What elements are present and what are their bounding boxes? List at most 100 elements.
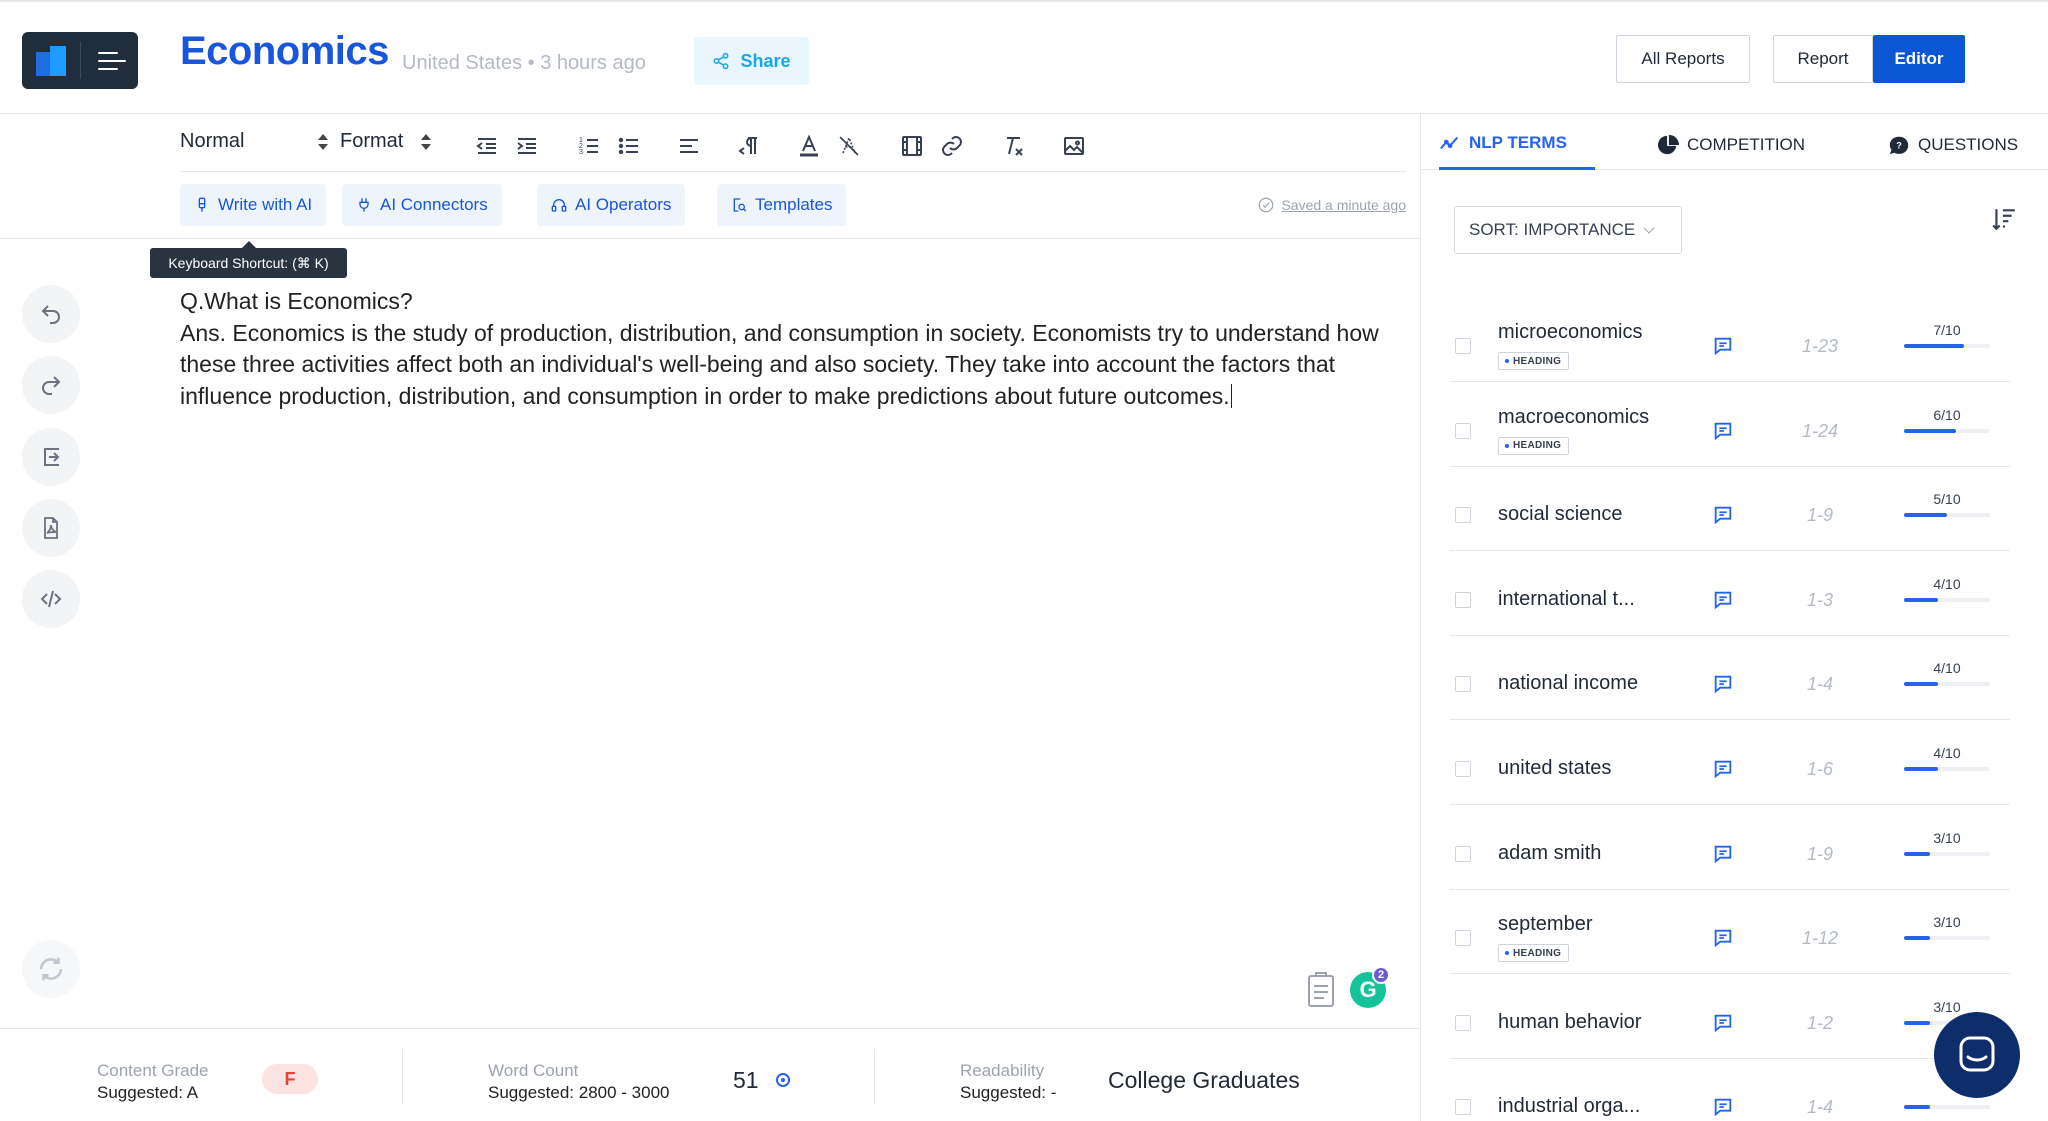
page-subtitle: United States • 3 hours ago	[402, 52, 646, 74]
all-reports-button[interactable]: All Reports	[1616, 35, 1750, 83]
word-count-value: 51	[733, 1067, 759, 1093]
comment-icon[interactable]	[1712, 1096, 1734, 1118]
content-grade-label: Content Grade	[97, 1061, 209, 1080]
font-color-icon[interactable]	[797, 134, 821, 158]
term-checkbox[interactable]	[1455, 338, 1471, 354]
term-row[interactable]: social science 1-9 5/10	[1450, 467, 2010, 552]
format-select[interactable]: Format	[340, 130, 432, 153]
link-icon[interactable]	[940, 134, 964, 158]
templates-button[interactable]: Templates	[717, 184, 847, 226]
svg-text:?: ?	[1896, 141, 1902, 151]
editor-question: Q.What is Economics?	[180, 288, 413, 314]
heading-tag: HEADING	[1498, 436, 1570, 455]
write-with-ai-button[interactable]: Write with AI	[180, 184, 327, 226]
ai-operators-button[interactable]: AI Operators	[537, 184, 686, 226]
term-score: 6/10	[1933, 406, 1961, 423]
svg-text:3: 3	[579, 149, 583, 156]
term-checkbox[interactable]	[1455, 761, 1471, 777]
term-checkbox[interactable]	[1455, 1099, 1471, 1116]
chevron-down-icon	[1643, 222, 1655, 234]
redo-icon	[42, 376, 61, 395]
comment-icon[interactable]	[1712, 758, 1734, 780]
comment-icon[interactable]	[1712, 504, 1734, 526]
term-row[interactable]: international t... 1-3 4/10	[1450, 552, 2010, 636]
term-row[interactable]: september HEADING 1-12 3/10	[1450, 890, 2010, 975]
term-name: september	[1498, 913, 1593, 936]
term-checkbox[interactable]	[1455, 845, 1471, 862]
tab-nlp-terms[interactable]: NLP TERMS	[1439, 132, 1567, 154]
term-checkbox[interactable]	[1455, 930, 1471, 947]
tab-questions[interactable]: ? QUESTIONS	[1888, 134, 2018, 156]
heading-tag: HEADING	[1498, 352, 1570, 370]
clear-format-icon[interactable]	[1002, 134, 1026, 158]
comment-icon[interactable]	[1712, 335, 1734, 357]
term-row[interactable]: macroeconomics HEADING 1-24 6/10	[1450, 383, 2010, 467]
comment-icon[interactable]	[1712, 1012, 1734, 1034]
word-count-label: Word Count	[488, 1061, 579, 1080]
chat-support-button[interactable]	[1934, 1012, 2020, 1098]
term-name: social science	[1498, 503, 1623, 526]
tab-competition[interactable]: COMPETITION	[1657, 134, 1805, 156]
term-row[interactable]: united states 1-6 4/10	[1450, 721, 2010, 805]
ai-connectors-button[interactable]: AI Connectors	[342, 184, 502, 226]
ai-tools-row: Write with AI AI Connectors AI Operators…	[180, 184, 1406, 230]
report-button[interactable]: Report	[1773, 35, 1873, 83]
app-header: Economics United States • 3 hours ago Sh…	[0, 0, 2048, 114]
term-row[interactable]: national income 1-4 4/10	[1450, 636, 2010, 721]
term-name: macroeconomics	[1498, 405, 1650, 428]
saved-status[interactable]: Saved a minute ago	[1257, 196, 1406, 214]
content-grade-badge: F	[262, 1064, 318, 1094]
term-range: 1-12	[1801, 928, 1839, 949]
highlight-icon[interactable]	[837, 134, 861, 158]
right-panel-tabs: NLP TERMS COMPETITION ? QUESTIONS	[1421, 114, 2048, 170]
term-row[interactable]: adam smith 1-9 3/10	[1450, 806, 2010, 890]
undo-button[interactable]	[22, 285, 80, 343]
term-name: national income	[1498, 672, 1639, 695]
sort-dropdown[interactable]: SORT: IMPORTANCE	[1454, 206, 1682, 254]
sort-order-icon[interactable]	[1991, 206, 2017, 232]
term-range: 1-24	[1801, 420, 1839, 441]
app-logo-menu[interactable]	[22, 32, 138, 89]
align-left-icon[interactable]	[677, 134, 701, 158]
term-checkbox[interactable]	[1455, 507, 1471, 524]
term-range: 1-23	[1801, 336, 1839, 356]
html-code-button[interactable]	[22, 570, 80, 628]
indent-icon[interactable]	[515, 134, 539, 158]
term-row[interactable]: industrial orga... 1-4	[1450, 1059, 2010, 1121]
comment-icon[interactable]	[1712, 589, 1734, 611]
word-count-suggested: Suggested: 2800 - 3000	[488, 1083, 670, 1102]
editor-answer: Ans. Economics is the study of productio…	[180, 319, 1379, 409]
video-embed-icon[interactable]	[900, 134, 924, 158]
export-button[interactable]	[22, 428, 80, 486]
comment-icon[interactable]	[1712, 927, 1734, 949]
redo-button[interactable]	[22, 356, 80, 414]
term-score-bar	[1904, 597, 1990, 602]
editor-button[interactable]: Editor	[1873, 35, 1965, 83]
comment-icon[interactable]	[1712, 673, 1734, 695]
image-icon[interactable]	[1062, 134, 1086, 158]
term-row[interactable]: human behavior 1-2 3/10	[1450, 975, 2010, 1059]
share-button[interactable]: Share	[694, 37, 809, 85]
comment-icon[interactable]	[1712, 420, 1734, 442]
pdf-button[interactable]	[22, 499, 80, 557]
ordered-list-icon[interactable]: 123	[577, 134, 601, 158]
undo-icon	[41, 305, 60, 324]
term-name: adam smith	[1498, 841, 1602, 864]
comment-icon[interactable]	[1712, 843, 1734, 865]
term-checkbox[interactable]	[1455, 422, 1471, 439]
term-checkbox[interactable]	[1455, 1014, 1471, 1031]
info-icon[interactable]	[776, 1073, 790, 1087]
refresh-button[interactable]	[22, 940, 80, 998]
bullet-list-icon[interactable]	[617, 134, 641, 158]
document-icon[interactable]	[1306, 972, 1336, 1008]
term-checkbox[interactable]	[1455, 591, 1471, 608]
text-direction-icon[interactable]	[737, 134, 761, 158]
editor-content[interactable]: Q.What is Economics? Ans. Economics is t…	[180, 286, 1400, 412]
term-checkbox[interactable]	[1455, 676, 1471, 693]
block-style-select[interactable]: Normal	[180, 130, 329, 153]
term-score-bar	[1904, 1105, 1990, 1110]
term-row[interactable]: microeconomics HEADING 1-23 7/10	[1450, 298, 2010, 382]
trend-line-icon	[1440, 136, 1459, 150]
outdent-icon[interactable]	[475, 134, 499, 158]
check-circle-icon	[1259, 197, 1274, 213]
